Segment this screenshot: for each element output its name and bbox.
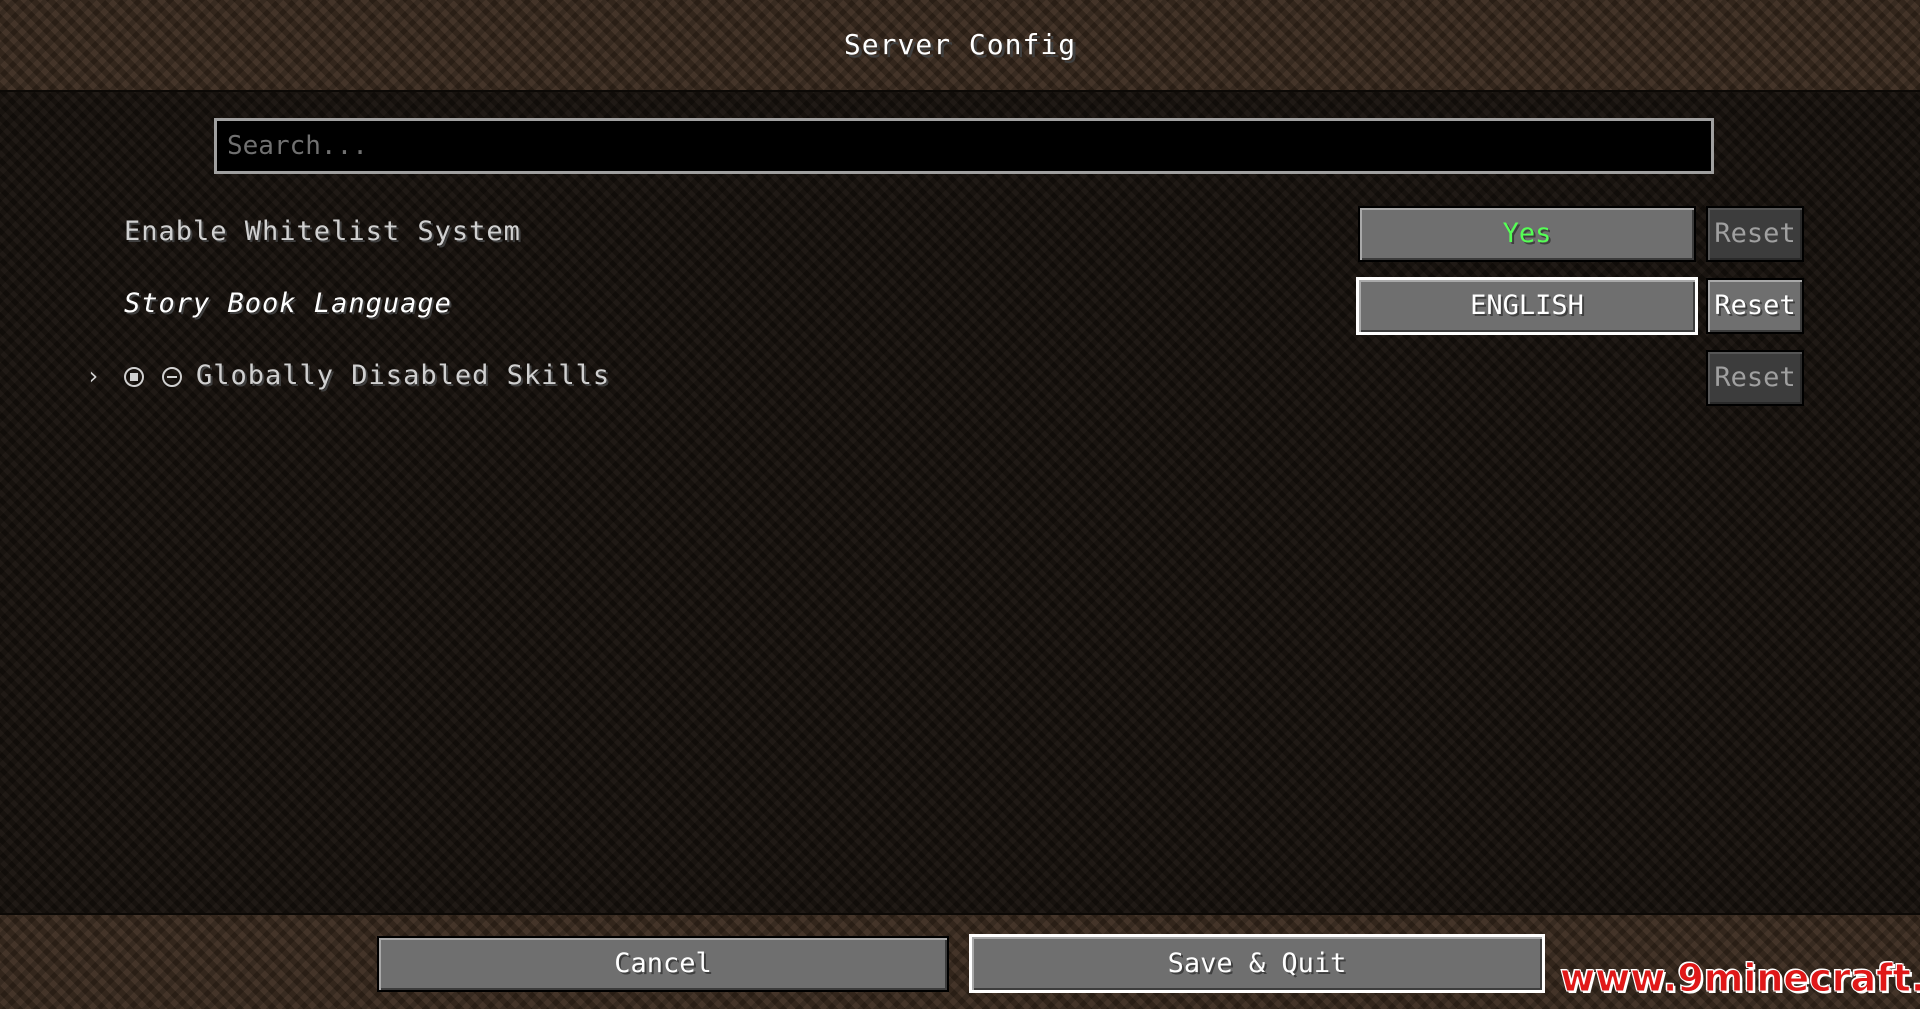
cancel-button[interactable]: Cancel — [377, 936, 949, 992]
config-screen: Server Config Enable Whitelist System Ye… — [0, 0, 1920, 1009]
whitelist-reset-button[interactable]: Reset — [1706, 206, 1804, 262]
save-quit-button[interactable]: Save & Quit — [969, 934, 1545, 993]
watermark-text: www.9minecraft.net — [1559, 956, 1920, 1001]
search-input[interactable] — [214, 118, 1714, 174]
language-select-button[interactable]: ENGLISH — [1356, 277, 1698, 335]
entry-label-globally-disabled-skills: Globally Disabled Skills — [196, 360, 611, 391]
whitelist-toggle-value: Yes — [1502, 218, 1552, 249]
whitelist-toggle-button[interactable]: Yes — [1358, 206, 1696, 262]
entry-label-story-book-language: Story Book Language — [124, 288, 452, 319]
page-title: Server Config — [843, 28, 1077, 61]
add-circle-icon[interactable] — [124, 367, 144, 387]
skills-reset-button[interactable]: Reset — [1706, 350, 1804, 406]
language-reset-button[interactable]: Reset — [1706, 278, 1804, 334]
remove-circle-icon[interactable] — [162, 367, 182, 387]
expand-arrow-icon[interactable]: › — [86, 362, 100, 390]
entry-label-whitelist: Enable Whitelist System — [124, 216, 521, 247]
